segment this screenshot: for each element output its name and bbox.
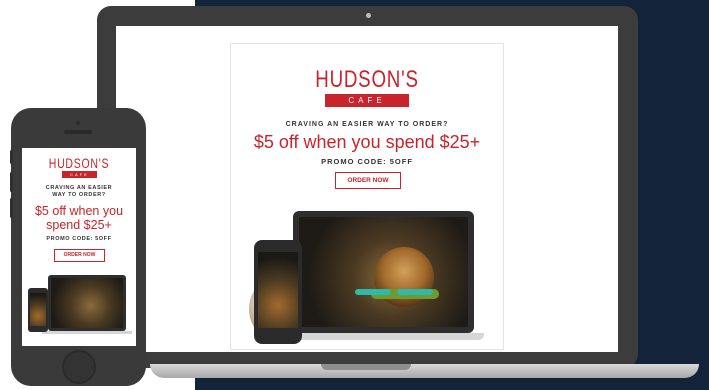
phone-side-button: [10, 172, 13, 192]
phone-side-button: [10, 198, 13, 218]
email-eyebrow: CRAVING AN EASIER WAY TO ORDER?: [22, 185, 136, 199]
order-now-button[interactable]: ORDER NOW: [54, 249, 105, 262]
nested-laptop-image: [293, 211, 474, 333]
laptop-camera-icon: [366, 13, 371, 18]
phone-home-button: [62, 350, 96, 384]
nested-phone-screen: [258, 252, 298, 328]
nested-laptop-image: [48, 275, 126, 331]
email-headline: $5 off when you spend $25+: [22, 204, 136, 232]
order-now-button[interactable]: ORDER NOW: [335, 172, 401, 189]
burger-photo: [51, 278, 123, 328]
phone-side-button: [10, 150, 13, 164]
nested-phone-image: [28, 288, 48, 332]
phone-screen: HUDSON'S CAFE CRAVING AN EASIER WAY TO O…: [22, 148, 136, 346]
laptop-base-notch: [321, 364, 411, 370]
nested-laptop-base: [42, 331, 132, 334]
email-promo-code: PROMO CODE: 5OFF: [321, 157, 413, 166]
phone-speaker: [64, 130, 92, 134]
email-headline: $5 off when you spend $25+: [253, 132, 481, 152]
nested-phone-screen: [30, 293, 46, 326]
nested-button-pill: [355, 289, 391, 295]
email-eyebrow-line: WAY TO ORDER?: [52, 192, 106, 198]
email-card: HUDSON'S CAFE CRAVING AN EASIER WAY TO O…: [230, 43, 504, 350]
laptop-base: [150, 364, 699, 378]
nested-phone-image: [254, 240, 302, 344]
email-headline-line: $5 off when you: [34, 204, 124, 218]
burger-photo: [299, 217, 468, 327]
email-headline-line: spend $25+: [46, 218, 112, 232]
brand-logo-text: HUDSON'S: [48, 155, 110, 171]
nested-laptop-base: [281, 333, 484, 340]
brand-logo-text: HUDSON'S: [315, 66, 419, 93]
nested-button-pill: [397, 289, 433, 295]
email-eyebrow: CRAVING AN EASIER WAY TO ORDER?: [285, 121, 449, 128]
laptop-screen: HUDSON'S CAFE CRAVING AN EASIER WAY TO O…: [116, 26, 618, 352]
email-eyebrow-line: CRAVING AN EASIER: [45, 185, 113, 191]
brand-logo-subtitle: CAFE: [62, 171, 97, 178]
phone-camera-icon: [76, 121, 80, 125]
brand-logo-subtitle: CAFE: [325, 94, 409, 107]
email-promo-code: PROMO CODE: 5OFF: [46, 236, 112, 242]
